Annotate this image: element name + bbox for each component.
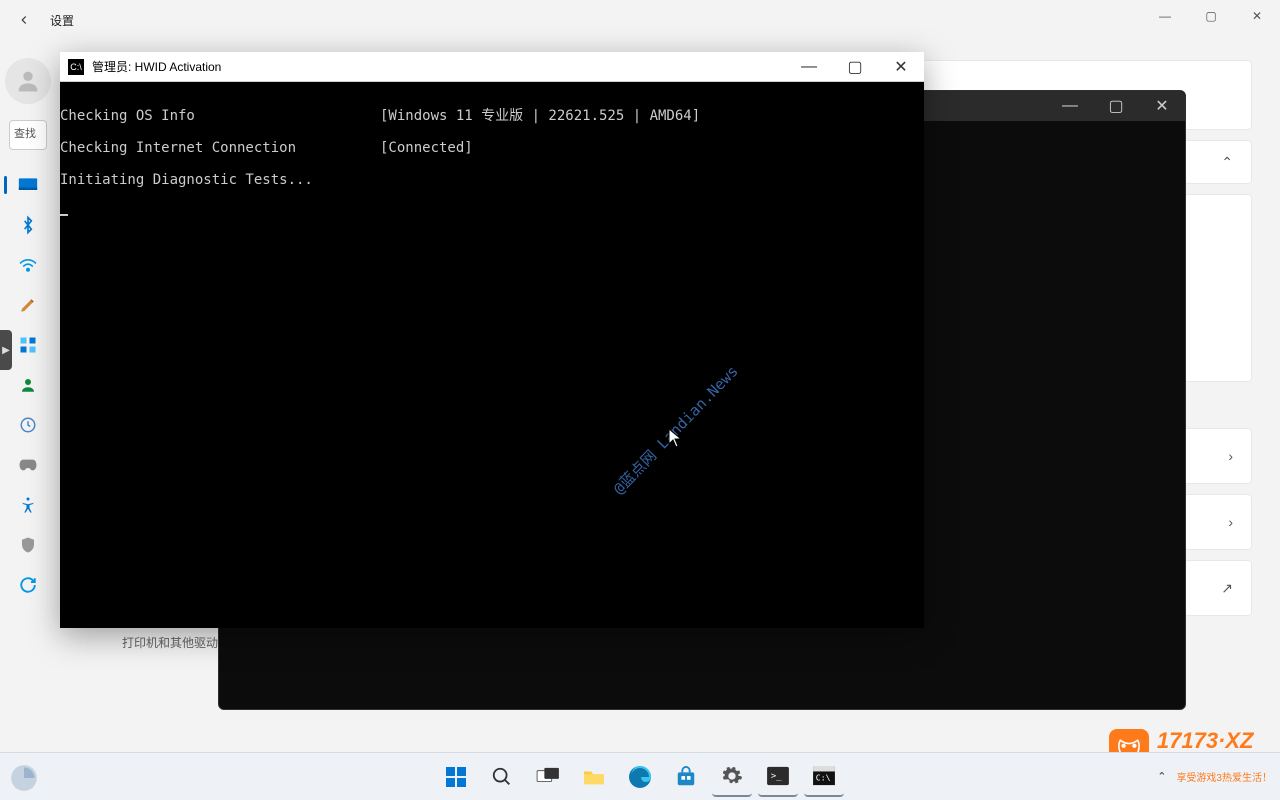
accounts-icon [18, 375, 38, 395]
bg-maximize-button[interactable]: ▢ [1093, 91, 1139, 121]
sidebar-item-gaming[interactable] [4, 446, 52, 484]
avatar[interactable] [5, 58, 51, 104]
file-explorer-button[interactable] [574, 757, 614, 797]
console-titlebar[interactable]: C:\ 管理员: HWID Activation — ▢ ✕ [60, 52, 924, 82]
update-icon [18, 575, 38, 595]
taskbar-center: >_ C:\ [436, 757, 844, 797]
system-tray[interactable]: ⌃ 享受游戏3热爱生活！ [1157, 752, 1272, 800]
taskbar-corner-app[interactable] [10, 764, 42, 796]
taskbar[interactable]: >_ C:\ ⌃ 享受游戏3热爱生活！ [0, 752, 1280, 800]
store-button[interactable] [666, 757, 706, 797]
cmd-taskbar-button[interactable]: C:\ [804, 757, 844, 797]
bg-close-button[interactable]: ✕ [1139, 91, 1185, 121]
time-icon [18, 415, 38, 435]
console-text: Initiating Diagnostic Tests... [60, 172, 313, 188]
sidebar-item-accounts[interactable] [4, 366, 52, 404]
apps-icon [18, 335, 38, 355]
console-text: Checking Internet Connection [60, 140, 380, 156]
system-icon [18, 175, 38, 195]
sidebar-item-network[interactable] [4, 246, 52, 284]
bg-minimize-button[interactable]: — [1047, 91, 1093, 121]
svg-text:>_: >_ [771, 771, 782, 781]
settings-title: 设置 [50, 12, 74, 29]
personalization-icon [18, 295, 38, 315]
console-maximize-button[interactable]: ▢ [832, 52, 878, 82]
tray-tip: 享受游戏3热爱生活！ [1176, 769, 1272, 784]
console-close-button[interactable]: ✕ [878, 52, 924, 82]
terminal-taskbar-button[interactable]: >_ [758, 757, 798, 797]
mouse-cursor [668, 428, 682, 453]
edge-button[interactable] [620, 757, 660, 797]
settings-maximize-button[interactable]: ▢ [1188, 0, 1234, 32]
bluetooth-icon [18, 215, 38, 235]
settings-taskbar-button[interactable] [712, 757, 752, 797]
taskbar-search-button[interactable] [482, 757, 522, 797]
console-text: Checking OS Info [60, 108, 380, 124]
accessibility-icon [18, 495, 38, 515]
console-minimize-button[interactable]: — [786, 52, 832, 82]
tray-overflow-button[interactable]: ⌃ [1157, 770, 1166, 783]
left-expand-tab[interactable]: ▶ [0, 330, 12, 370]
sidebar-item-privacy[interactable] [4, 526, 52, 564]
network-icon [18, 255, 38, 275]
taskview-button[interactable] [528, 757, 568, 797]
settings-search-input[interactable]: 查找 [9, 120, 47, 150]
svg-text:C:\: C:\ [816, 772, 831, 782]
console-output[interactable]: Checking OS Info[Windows 11 专业版 | 22621.… [60, 82, 924, 628]
settings-minimize-button[interactable]: — [1142, 0, 1188, 32]
privacy-icon [18, 535, 38, 555]
sidebar-item-accessibility[interactable] [4, 486, 52, 524]
console-text: [Windows 11 专业版 | 22621.525 | AMD64] [380, 108, 700, 124]
cmd-icon: C:\ [68, 59, 84, 75]
chevron-up-icon: ⌃ [1221, 154, 1233, 171]
settings-sidebar: 查找 [0, 40, 56, 752]
settings-close-button[interactable]: ✕ [1234, 0, 1280, 32]
gaming-icon [18, 455, 38, 475]
console-text: [Connected] [380, 140, 473, 156]
sidebar-item-bluetooth[interactable] [4, 206, 52, 244]
console-title: 管理员: HWID Activation [92, 58, 221, 75]
sidebar-item-update[interactable] [4, 566, 52, 604]
sidebar-item-system[interactable] [4, 166, 52, 204]
chevron-right-icon: › [1228, 514, 1233, 530]
console-window[interactable]: C:\ 管理员: HWID Activation — ▢ ✕ Checking … [60, 52, 924, 628]
text-cursor [60, 214, 68, 216]
sidebar-item-personalization[interactable] [4, 286, 52, 324]
chevron-right-icon: › [1228, 448, 1233, 464]
start-button[interactable] [436, 757, 476, 797]
back-button[interactable] [16, 12, 32, 28]
sidebar-item-time[interactable] [4, 406, 52, 444]
external-link-icon: ↗ [1221, 580, 1233, 597]
settings-titlebar: 设置 — ▢ ✕ [0, 0, 1280, 40]
